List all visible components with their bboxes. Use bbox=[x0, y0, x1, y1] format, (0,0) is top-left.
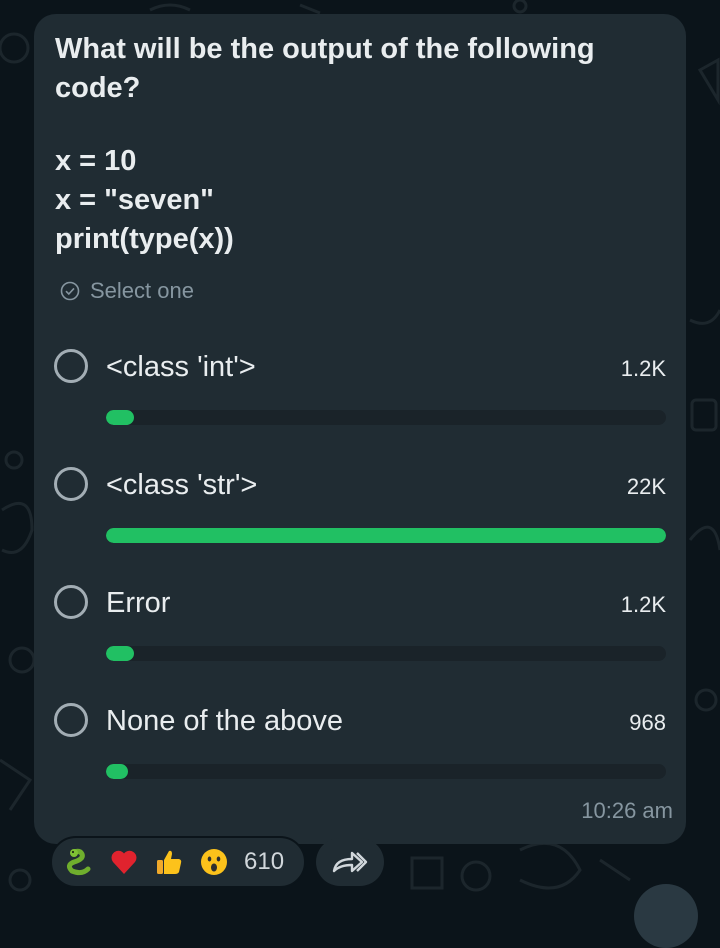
code-line: x = 10 bbox=[55, 145, 137, 177]
poll-option-int[interactable]: <class 'int'> 1.2K bbox=[34, 341, 686, 441]
option-label: <class 'str'> bbox=[106, 469, 258, 501]
vote-progress-fill bbox=[106, 528, 666, 543]
reaction-count: 610 bbox=[244, 848, 285, 875]
thumbs-up-emoji bbox=[154, 847, 184, 877]
radio-button[interactable] bbox=[54, 467, 88, 501]
vote-progress-fill bbox=[106, 764, 129, 779]
vote-progress-bar bbox=[106, 410, 666, 425]
select-one-hint: Select one bbox=[60, 277, 194, 305]
scroll-down-button[interactable] bbox=[634, 884, 698, 948]
radio-button[interactable] bbox=[54, 349, 88, 383]
vote-progress-bar bbox=[106, 764, 666, 779]
radio-button[interactable] bbox=[54, 585, 88, 619]
vote-progress-bar bbox=[106, 646, 666, 661]
option-label: <class 'int'> bbox=[106, 351, 256, 383]
poll-code-block: x = 10 x = "seven" print(type(x)) bbox=[55, 142, 234, 259]
forward-icon bbox=[332, 851, 368, 873]
radio-button[interactable] bbox=[54, 703, 88, 737]
option-label: None of the above bbox=[106, 705, 344, 737]
check-circle-icon bbox=[60, 281, 80, 301]
vote-progress-bar bbox=[106, 528, 666, 543]
option-label: Error bbox=[106, 587, 171, 619]
poll-option-none[interactable]: None of the above 968 bbox=[34, 695, 686, 795]
option-vote-count: 1.2K bbox=[620, 356, 666, 381]
vote-progress-fill bbox=[106, 410, 134, 425]
poll-option-error[interactable]: Error 1.2K bbox=[34, 577, 686, 677]
vote-progress-fill bbox=[106, 646, 134, 661]
surprised-face-emoji bbox=[199, 847, 229, 877]
option-vote-count: 1.2K bbox=[620, 592, 666, 617]
forward-button[interactable] bbox=[316, 838, 384, 886]
select-one-label: Select one bbox=[90, 278, 194, 303]
message-timestamp: 10:26 am bbox=[581, 798, 673, 823]
option-vote-count: 22K bbox=[626, 474, 666, 499]
reactions-bar[interactable]: 610 bbox=[50, 836, 306, 888]
snake-emoji bbox=[64, 847, 94, 877]
poll-option-str[interactable]: <class 'str'> 22K bbox=[34, 459, 686, 559]
code-line: print(type(x)) bbox=[55, 223, 234, 255]
poll-question: What will be the output of the following… bbox=[55, 33, 595, 104]
code-line: x = "seven" bbox=[55, 184, 214, 216]
option-vote-count: 968 bbox=[629, 710, 666, 735]
poll-message-bubble: What will be the output of the following… bbox=[34, 14, 686, 844]
heart-emoji bbox=[109, 847, 139, 877]
